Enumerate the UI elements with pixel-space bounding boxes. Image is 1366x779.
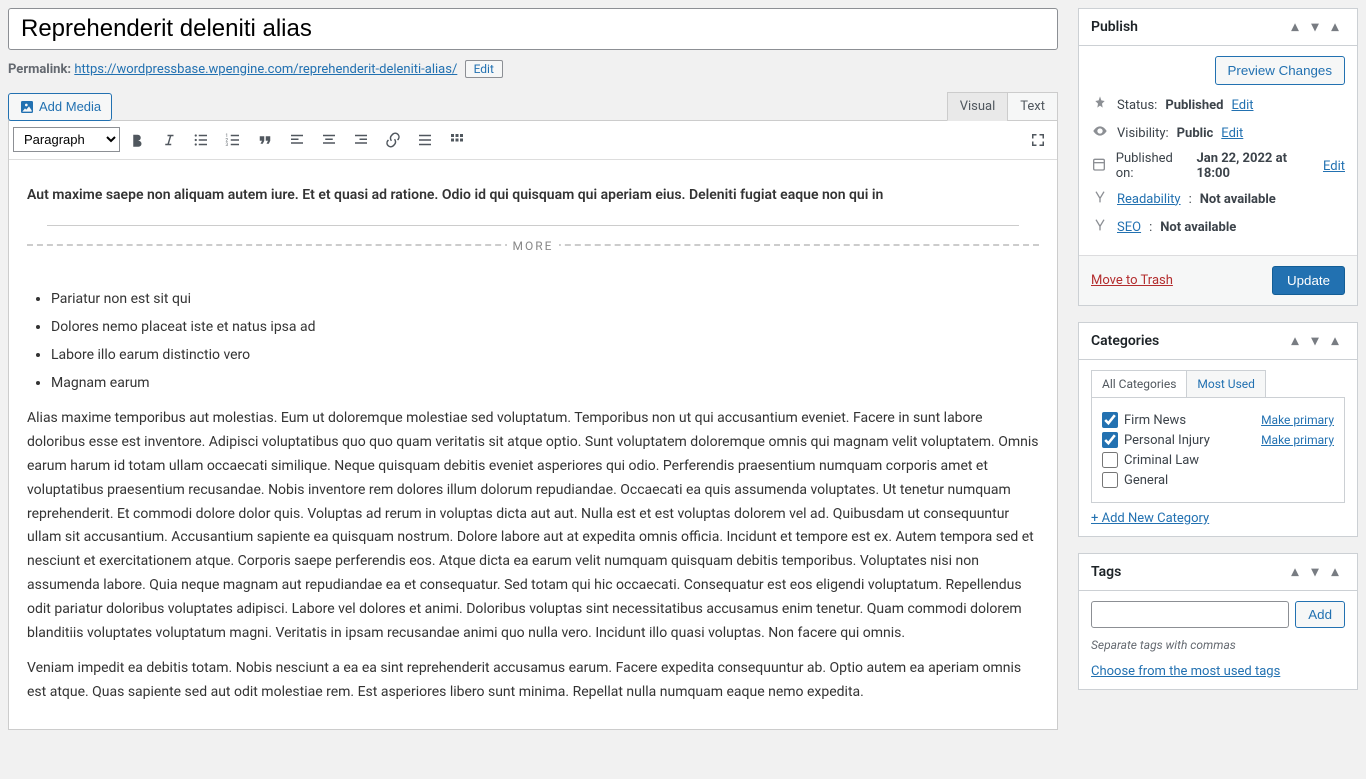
- list-item: Dolores nemo placeat iste et natus ipsa …: [51, 316, 1039, 340]
- panel-toggle-icon[interactable]: ▴: [1325, 17, 1345, 37]
- categories-title: Categories: [1091, 333, 1159, 349]
- list-item: Pariatur non est sit qui: [51, 288, 1039, 312]
- numbered-list-icon[interactable]: 123: [218, 125, 248, 155]
- align-right-icon[interactable]: [346, 125, 376, 155]
- separator: [47, 225, 1019, 226]
- preview-button[interactable]: Preview Changes: [1215, 56, 1345, 85]
- chevron-down-icon[interactable]: ▾: [1305, 17, 1325, 37]
- publish-panel: Publish ▴ ▾ ▴ Preview Changes Status: Pu…: [1078, 8, 1358, 306]
- publish-title: Publish: [1091, 19, 1138, 35]
- tab-most-used[interactable]: Most Used: [1186, 370, 1266, 398]
- read-more-icon[interactable]: [410, 125, 440, 155]
- seo-link[interactable]: SEO: [1117, 220, 1141, 235]
- visibility-edit-link[interactable]: Edit: [1221, 126, 1243, 141]
- eye-icon: [1091, 123, 1109, 143]
- permalink-edit-button[interactable]: Edit: [465, 60, 503, 78]
- editor-toolbar: Paragraph 123: [9, 121, 1057, 160]
- permalink-row: Permalink: https://wordpressbase.wpengin…: [8, 60, 1058, 78]
- tab-all-categories[interactable]: All Categories: [1091, 370, 1187, 398]
- post-title-input[interactable]: [8, 8, 1058, 50]
- yoast-icon: [1091, 217, 1109, 237]
- categories-panel: Categories ▴ ▾ ▴ All Categories Most Use…: [1078, 322, 1358, 537]
- chevron-up-icon[interactable]: ▴: [1285, 562, 1305, 582]
- chevron-down-icon[interactable]: ▾: [1305, 562, 1325, 582]
- panel-toggle-icon[interactable]: ▴: [1325, 562, 1345, 582]
- tags-panel: Tags ▴ ▾ ▴ Add Separate tags with commas…: [1078, 553, 1358, 690]
- content-editor[interactable]: Aut maxime saepe non aliquam autem iure.…: [9, 160, 1057, 729]
- lead-paragraph: Aut maxime saepe non aliquam autem iure.…: [27, 187, 883, 203]
- chevron-down-icon[interactable]: ▾: [1305, 331, 1325, 351]
- italic-icon[interactable]: [154, 125, 184, 155]
- fullscreen-icon[interactable]: [1023, 125, 1053, 155]
- tab-text[interactable]: Text: [1007, 92, 1058, 121]
- permalink-url[interactable]: https://wordpressbase.wpengine.com/repre…: [74, 62, 457, 77]
- choose-tags-link[interactable]: Choose from the most used tags: [1091, 664, 1280, 679]
- update-button[interactable]: Update: [1272, 266, 1345, 295]
- align-center-icon[interactable]: [314, 125, 344, 155]
- bold-icon[interactable]: [122, 125, 152, 155]
- toolbar-toggle-icon[interactable]: [442, 125, 472, 155]
- category-checkbox[interactable]: [1102, 452, 1118, 468]
- category-checkbox[interactable]: [1102, 472, 1118, 488]
- body-paragraph: Veniam impedit ea debitis totam. Nobis n…: [27, 657, 1039, 705]
- quote-icon[interactable]: [250, 125, 280, 155]
- tags-input[interactable]: [1091, 601, 1289, 628]
- more-tag: MORE: [27, 244, 1039, 270]
- media-icon: [19, 99, 35, 115]
- make-primary-link[interactable]: Make primary: [1261, 413, 1334, 427]
- list-item: Labore illo earum distinctio vero: [51, 344, 1039, 368]
- align-left-icon[interactable]: [282, 125, 312, 155]
- link-icon[interactable]: [378, 125, 408, 155]
- readability-link[interactable]: Readability: [1117, 192, 1181, 207]
- format-select[interactable]: Paragraph: [13, 127, 120, 152]
- yoast-icon: [1091, 189, 1109, 209]
- status-edit-link[interactable]: Edit: [1231, 98, 1253, 113]
- tags-hint: Separate tags with commas: [1091, 638, 1345, 652]
- move-to-trash-link[interactable]: Move to Trash: [1091, 273, 1173, 288]
- svg-text:3: 3: [226, 142, 229, 148]
- panel-toggle-icon[interactable]: ▴: [1325, 331, 1345, 351]
- category-checkbox[interactable]: [1102, 432, 1118, 448]
- add-new-category-link[interactable]: + Add New Category: [1091, 511, 1209, 526]
- bullet-list-icon[interactable]: [186, 125, 216, 155]
- published-edit-link[interactable]: Edit: [1323, 159, 1345, 174]
- chevron-up-icon[interactable]: ▴: [1285, 331, 1305, 351]
- list-item: Magnam earum: [51, 372, 1039, 396]
- body-paragraph: Alias maxime temporibus aut molestias. E…: [27, 407, 1039, 645]
- make-primary-link[interactable]: Make primary: [1261, 433, 1334, 447]
- permalink-label: Permalink:: [8, 62, 71, 77]
- calendar-icon: [1091, 156, 1108, 176]
- editor: Paragraph 123 Aut maxime saepe non aliqu…: [8, 120, 1058, 730]
- add-media-button[interactable]: Add Media: [8, 93, 112, 121]
- pin-icon: [1091, 95, 1109, 115]
- tags-title: Tags: [1091, 564, 1121, 580]
- add-tag-button[interactable]: Add: [1295, 601, 1345, 628]
- tab-visual[interactable]: Visual: [947, 92, 1009, 121]
- category-checkbox[interactable]: [1102, 412, 1118, 428]
- chevron-up-icon[interactable]: ▴: [1285, 17, 1305, 37]
